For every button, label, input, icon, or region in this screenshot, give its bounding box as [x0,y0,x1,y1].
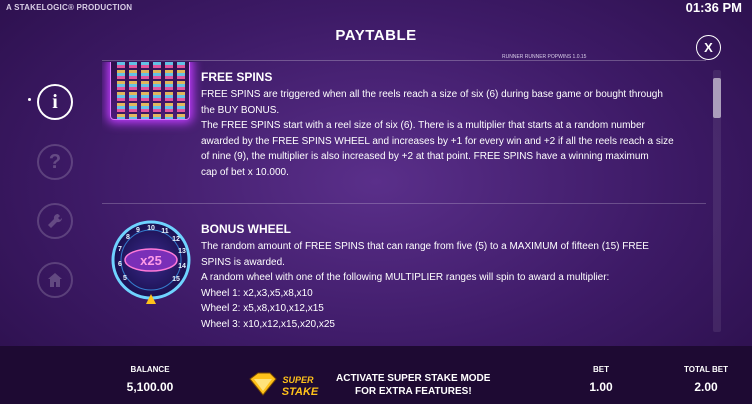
free-spins-line: FREE SPINS are triggered when all the re… [201,89,663,100]
promo-line-1: ACTIVATE SUPER STAKE MODE [336,373,491,384]
info-icon: i [52,90,58,113]
close-icon: X [704,40,713,55]
header-divider [102,60,706,61]
wheel-number: 11 [161,228,169,235]
section-divider [102,203,706,204]
bonus-wheel-description: The random amount of FREE SPINS that can… [201,239,711,332]
total-bet-value: 2.00 [694,380,718,394]
top-bar: A STAKELOGIC® PRODUCTION 01:36 PM [0,0,752,16]
free-spins-description: FREE SPINS are triggered when all the re… [201,87,711,180]
close-button[interactable]: X [696,35,721,60]
wheel-multiplier-label: x25 [140,253,162,268]
free-spins-line: cap of bet x 10.000. [201,166,289,178]
free-spins-line: of nine (9), the multiplier is also incr… [201,151,649,162]
wheel-number: 12 [172,236,180,243]
bonus-wheel-line: SPINS is awarded. [201,256,285,268]
scrollbar-thumb[interactable] [713,78,721,118]
clock: 01:36 PM [685,0,742,15]
wrench-icon [48,213,63,228]
bonus-wheel-image: 10 11 12 13 14 15 5 6 7 8 9 x25 [111,220,191,304]
wheel-number: 8 [126,234,130,241]
bonus-wheel-line: Wheel 3: x10,x12,x15,x20,x25 [201,318,335,330]
super-stake-promo[interactable]: ACTIVATE SUPER STAKE MODE FOR EXTRA FEAT… [336,372,506,398]
question-icon: ? [48,150,62,173]
settings-button[interactable] [37,203,73,239]
wheel-number: 13 [178,248,186,255]
wheel-number: 5 [123,275,127,282]
info-button[interactable]: i [37,84,73,120]
wheel-number: 14 [178,263,186,270]
bonus-wheel-line: Wheel 2: x5,x8,x10,x12,x15 [201,303,324,314]
bonus-wheel-line: A random wheel with one of the following… [201,272,610,283]
wheel-number: 10 [147,225,155,232]
production-credit: A STAKELOGIC® PRODUCTION [6,3,133,12]
page-title: PAYTABLE [335,27,417,44]
bet-label: BET [593,365,609,374]
promo-line-2: FOR EXTRA FEATURES! [355,386,472,397]
scrollbar[interactable] [713,70,721,332]
free-spins-title: FREE SPINS [201,70,273,84]
help-button[interactable]: ? [37,144,73,180]
bet-value: 1.00 [589,380,613,394]
balance-value: 5,100.00 [126,380,174,394]
wheel-number: 6 [118,261,122,268]
free-spins-reels-image [110,62,190,120]
free-spins-line: The FREE SPINS start with a reel size of… [201,120,645,131]
total-bet-label: TOTAL BET [684,365,728,374]
wheel-number: 15 [172,276,180,283]
super-stake-logo-top: SUPER [282,375,314,385]
free-spins-line: the BUY BONUS. [201,104,280,116]
super-stake-logo-bottom: STAKE [282,386,319,398]
balance-label: BALANCE [130,365,170,374]
paytable-content[interactable]: FREE SPINS FREE SPINS are triggered when… [102,62,712,334]
bonus-wheel-title: BONUS WHEEL [201,222,291,236]
super-stake-button[interactable]: SUPER STAKE [248,371,328,401]
bonus-wheel-line: The random amount of FREE SPINS that can… [201,241,649,252]
home-button[interactable] [37,262,73,298]
bonus-wheel-line: Wheel 1: x2,x3,x5,x8,x10 [201,287,313,299]
active-indicator-dot [28,98,31,101]
home-icon [48,273,62,287]
wheel-number: 7 [118,246,122,253]
free-spins-line: awarded by the FREE SPINS WHEEL and incr… [201,135,674,147]
wheel-number: 9 [136,227,140,234]
